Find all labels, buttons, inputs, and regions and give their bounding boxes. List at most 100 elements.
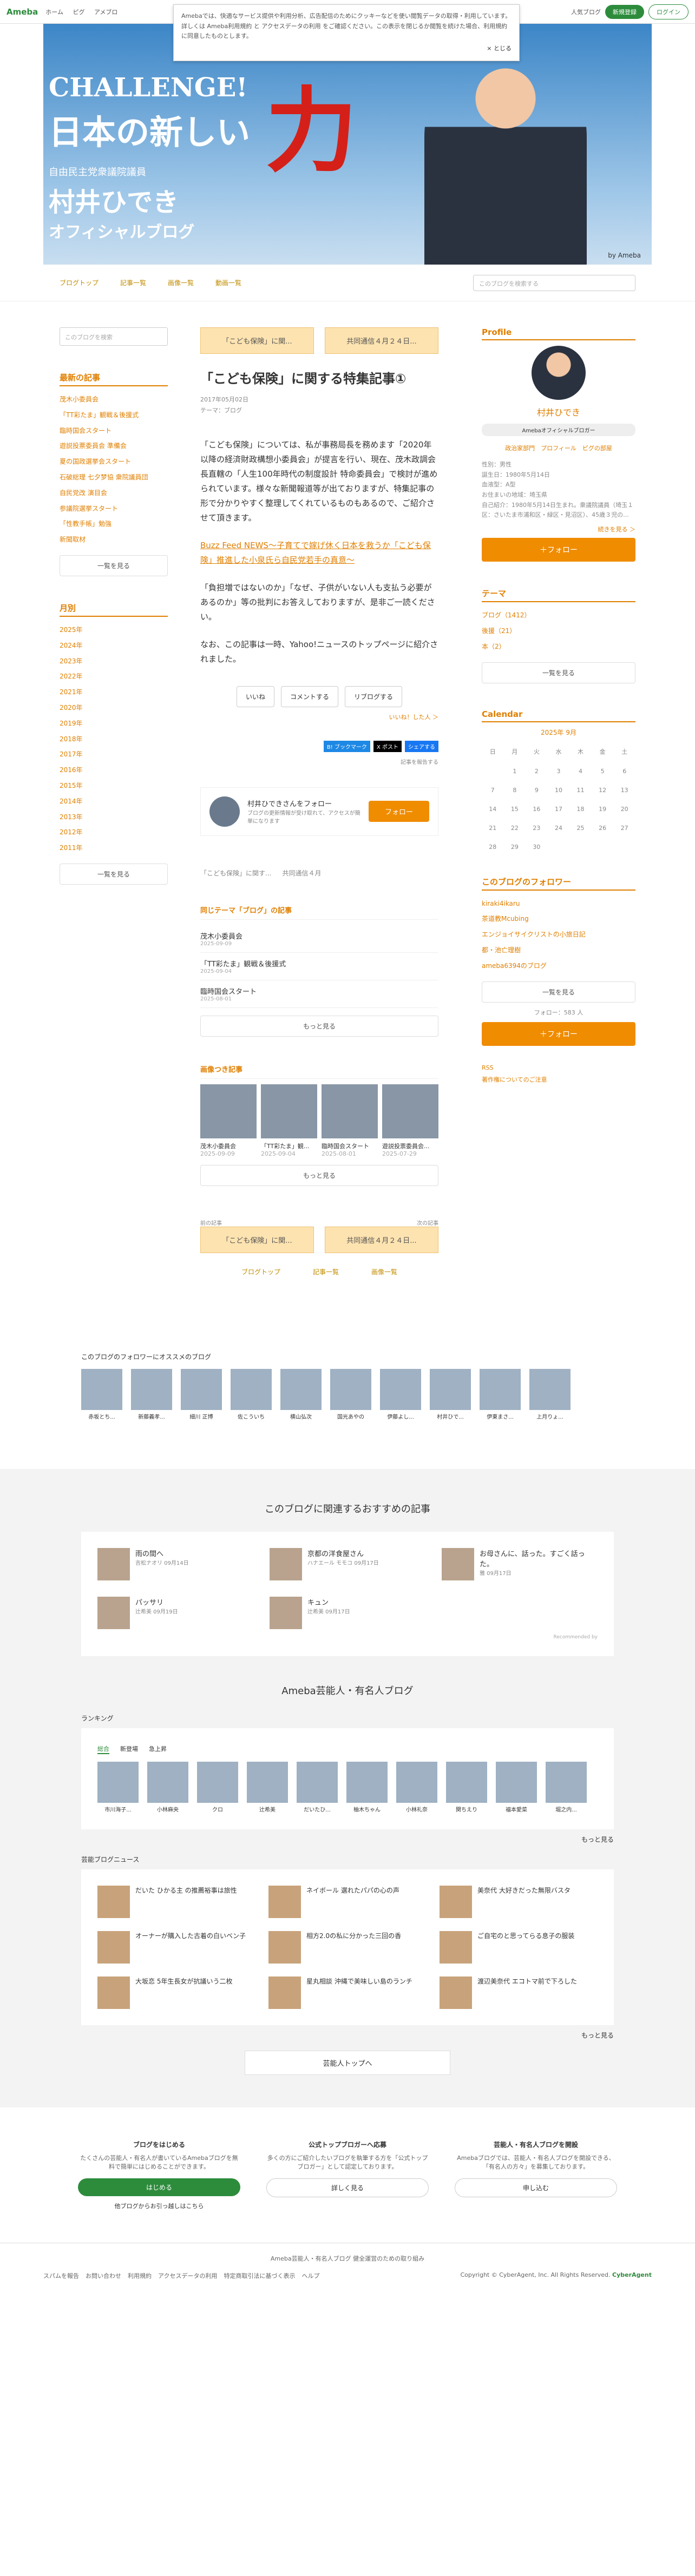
list-item[interactable]: 2014年 bbox=[60, 794, 168, 809]
photo-item[interactable]: 茂木小委員会 2025-09-09 bbox=[200, 1084, 257, 1157]
list-item[interactable]: 2023年 bbox=[60, 654, 168, 669]
list-item[interactable]: 2015年 bbox=[60, 778, 168, 794]
calendar-date[interactable]: 28 bbox=[482, 838, 504, 857]
article-theme[interactable]: テーマ：ブログ bbox=[200, 405, 438, 416]
ranking-item[interactable]: 福本愛菜 bbox=[496, 1761, 537, 1813]
calendar-date[interactable]: 7 bbox=[482, 781, 504, 800]
recommend-item[interactable]: 村井ひで... bbox=[430, 1368, 471, 1420]
calendar-date[interactable]: 9 bbox=[526, 781, 548, 800]
subnav-entries[interactable]: 記事一覧 bbox=[120, 278, 146, 287]
signup-button[interactable]: 新規登録 bbox=[605, 4, 644, 19]
list-item[interactable]: 石破総理 七夕梦協 衆院議員団 bbox=[60, 470, 168, 485]
news-item[interactable]: 美奈代 大好きだった無限バスタ bbox=[440, 1885, 598, 1918]
footer-link[interactable]: スパムを報告 bbox=[43, 2272, 79, 2279]
recommend-item[interactable]: 細川 正博 bbox=[181, 1368, 222, 1420]
sidebar-search-input[interactable]: このブログを検索 bbox=[60, 327, 168, 346]
calendar-date[interactable]: 19 bbox=[592, 800, 614, 819]
list-item[interactable]: 「TT彩たま」観戦＆後援式 bbox=[60, 407, 168, 423]
footer-col-button[interactable]: 申し込む bbox=[455, 2178, 617, 2197]
news-item[interactable]: 相方2.0の私に分かった三回の香 bbox=[268, 1931, 427, 1964]
list-item[interactable]: 茂木小委員会 2025-09-09 bbox=[200, 925, 438, 953]
calendar-date[interactable]: 25 bbox=[569, 819, 592, 838]
list-item[interactable]: 後援（21） bbox=[482, 623, 635, 639]
recommend-item[interactable]: 赤坂とち... bbox=[81, 1368, 122, 1420]
list-item[interactable]: 新聞取材 bbox=[60, 532, 168, 548]
next-article-button[interactable]: 共同通信４月２４日... bbox=[325, 1226, 438, 1253]
calendar-date[interactable]: 10 bbox=[548, 781, 570, 800]
list-item[interactable]: 2012年 bbox=[60, 825, 168, 840]
ranking-item[interactable]: クロ bbox=[197, 1761, 238, 1813]
recommend-item[interactable]: 国光あやの bbox=[330, 1368, 371, 1420]
list-item[interactable]: ブログ（1412） bbox=[482, 608, 635, 623]
list-item[interactable]: パッサリ 辻希美 09月19日 bbox=[97, 1596, 253, 1629]
calendar-date[interactable]: 18 bbox=[569, 800, 592, 819]
nav-ameblo[interactable]: アメブロ bbox=[94, 9, 117, 16]
calendar-date[interactable] bbox=[592, 838, 614, 857]
footer-col-button[interactable]: はじめる bbox=[78, 2178, 240, 2196]
calendar-date[interactable]: 8 bbox=[504, 781, 526, 800]
calendar-date[interactable]: 30 bbox=[526, 838, 548, 857]
ranking-item[interactable]: 小林麻央 bbox=[147, 1761, 188, 1813]
list-item[interactable]: 2017年 bbox=[60, 747, 168, 762]
calendar-date[interactable]: 2 bbox=[526, 762, 548, 781]
calendar-date[interactable]: 20 bbox=[613, 800, 635, 819]
cookie-close-button[interactable]: × とじる bbox=[181, 44, 512, 54]
report-link[interactable]: 記事を報告する bbox=[200, 757, 438, 766]
subnav-images[interactable]: 画像一覧 bbox=[168, 278, 194, 287]
celeb-top-button[interactable]: 芸能人トップへ bbox=[245, 2050, 450, 2075]
popular-blog-link[interactable]: 人気ブログ bbox=[571, 8, 601, 16]
recommend-item[interactable]: 伊藤よし... bbox=[380, 1368, 421, 1420]
recommend-item[interactable]: 上月りょ... bbox=[529, 1368, 571, 1420]
profile-follow-button[interactable]: ＋フォロー bbox=[482, 538, 635, 562]
tab-rising[interactable]: 急上昇 bbox=[149, 1744, 167, 1754]
list-item[interactable]: 2018年 bbox=[60, 732, 168, 747]
login-button[interactable]: ログイン bbox=[648, 4, 689, 19]
nav-home[interactable]: ホーム bbox=[45, 9, 63, 16]
calendar-date[interactable]: 16 bbox=[526, 800, 548, 819]
article-link[interactable]: Buzz Feed NEWS～子育てで嫁げ休く日本を救うか「こども保険」推進した… bbox=[200, 538, 438, 568]
photo-item[interactable]: 「TT彩たま」観... 2025-09-04 bbox=[261, 1084, 317, 1157]
like-button[interactable]: いいね bbox=[236, 686, 274, 707]
calendar-date[interactable]: 29 bbox=[504, 838, 526, 857]
calendar-date[interactable] bbox=[613, 838, 635, 857]
ranking-item[interactable]: 辻希美 bbox=[247, 1761, 288, 1813]
list-item[interactable]: 2025年 bbox=[60, 622, 168, 638]
list-item[interactable]: エンジョイサイクリストの小旅日記 bbox=[482, 927, 635, 943]
recent-more-button[interactable]: 一覧を見る bbox=[60, 555, 168, 576]
cyberagent-logo[interactable]: CyberAgent bbox=[612, 2271, 652, 2278]
recommend-item[interactable]: 新藤義孝... bbox=[131, 1368, 172, 1420]
list-item[interactable]: 茂木小委員会 bbox=[60, 392, 168, 407]
prev-article-button[interactable]: 「こども保険」に関... bbox=[200, 327, 314, 354]
calendar-date[interactable]: 17 bbox=[548, 800, 570, 819]
list-item[interactable]: 遊説投票委員会 準備会 bbox=[60, 438, 168, 454]
list-item[interactable]: 2019年 bbox=[60, 716, 168, 732]
footer-healthy[interactable]: Ameba芸能人・有名人ブログ 健全運営のための取り組み bbox=[43, 2254, 652, 2263]
calendar-date[interactable]: 23 bbox=[526, 819, 548, 838]
list-item[interactable]: 2024年 bbox=[60, 638, 168, 654]
post-button[interactable]: X ポスト bbox=[373, 740, 402, 752]
photo-item[interactable]: 遊説投票委員会... 2025-07-29 bbox=[382, 1084, 438, 1157]
monthly-more-button[interactable]: 一覧を見る bbox=[60, 863, 168, 885]
calendar-date[interactable]: 1 bbox=[504, 762, 526, 781]
bottom-nav-top[interactable]: ブログトップ bbox=[241, 1267, 280, 1276]
calendar-month[interactable]: 2025年 9月 bbox=[482, 728, 635, 737]
footer-link[interactable]: 利用規約 bbox=[128, 2272, 152, 2279]
list-item[interactable]: キュン 辻希美 09月17日 bbox=[270, 1596, 425, 1629]
list-item[interactable]: 茶道教Mcubing bbox=[482, 911, 635, 927]
share-button[interactable]: シェアする bbox=[405, 740, 438, 752]
rss-link[interactable]: RSS bbox=[482, 1062, 635, 1074]
list-item[interactable]: 「TT彩たま」観戦＆後援式 2025-09-04 bbox=[200, 953, 438, 980]
subnav-videos[interactable]: 動画一覧 bbox=[215, 278, 241, 287]
followers-more-button[interactable]: 一覧を見る bbox=[482, 981, 635, 1003]
footer-col-button[interactable]: 詳しく見る bbox=[266, 2178, 429, 2197]
calendar-date[interactable]: 21 bbox=[482, 819, 504, 838]
profile-avatar[interactable] bbox=[532, 346, 586, 400]
recommend-item[interactable]: 伊東まさ... bbox=[480, 1368, 521, 1420]
list-item[interactable]: 2022年 bbox=[60, 669, 168, 684]
news-item[interactable]: オーナーが購入した古着の白いベン子 bbox=[97, 1931, 255, 1964]
photo-more-button[interactable]: もっと見る bbox=[200, 1164, 438, 1186]
news-item[interactable]: ネイボール 選れたパパの心の声 bbox=[268, 1885, 427, 1918]
list-item[interactable]: 参議院選挙スタート bbox=[60, 501, 168, 517]
calendar-date[interactable]: 12 bbox=[592, 781, 614, 800]
list-item[interactable]: kiraki4ikaru bbox=[482, 896, 635, 912]
